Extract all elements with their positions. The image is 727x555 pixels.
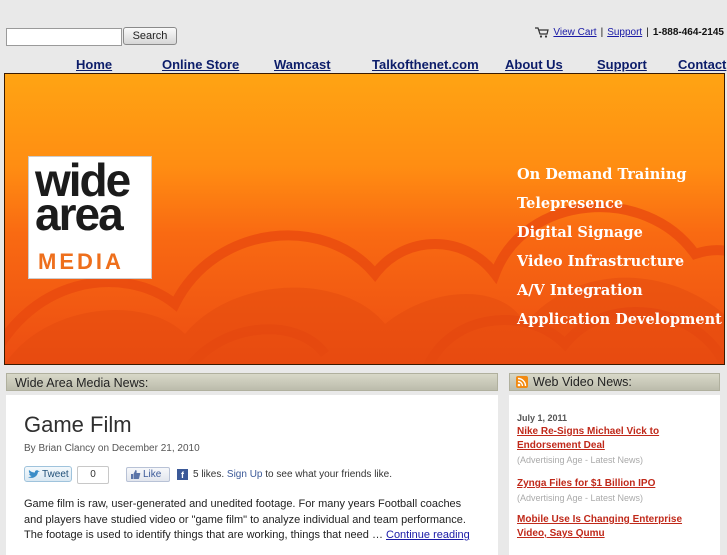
twitter-bird-icon	[28, 469, 40, 478]
nav-talkofthenet[interactable]: Talkofthenet.com	[372, 57, 479, 72]
post-title[interactable]: Game Film	[24, 412, 132, 438]
news-source: (Advertising Age - Latest News)	[517, 493, 644, 503]
news-section-header: Wide Area Media News:	[6, 373, 498, 391]
service-item: Video Infrastructure	[517, 253, 685, 270]
search-button[interactable]: Search	[123, 27, 177, 45]
post-excerpt: Game film is raw, user-generated and une…	[24, 497, 474, 544]
web-video-section-header: Web Video News:	[509, 373, 720, 391]
list-item: Nike Re-Signs Michael Vick to Endorsemen…	[517, 425, 712, 467]
nav-home[interactable]: Home	[76, 57, 112, 72]
continue-reading-link[interactable]: Continue reading	[386, 529, 470, 541]
services-list: On Demand Training Telepresence Digital …	[517, 165, 722, 339]
logo-text-area: area	[35, 188, 124, 240]
likes-suffix: to see what your friends like.	[265, 469, 392, 480]
list-item: Mobile Use Is Changing Enterprise Video,…	[517, 513, 712, 541]
service-item: A/V Integration	[517, 282, 643, 299]
service-item: Digital Signage	[517, 224, 643, 241]
web-video-header-label: Web Video News:	[533, 375, 632, 389]
support-link[interactable]: Support	[607, 27, 642, 38]
main-nav: Home Online Store Wamcast Talkofthenet.c…	[0, 57, 727, 73]
news-date: July 1, 2011	[517, 413, 568, 423]
utility-links: View Cart | Support | 1-888-464-2145	[535, 27, 724, 38]
news-source: (Advertising Age - Latest News)	[517, 455, 644, 465]
facebook-icon: f	[177, 469, 188, 480]
service-item: On Demand Training	[517, 166, 687, 183]
news-link[interactable]: Mobile Use Is Changing Enterprise Video,…	[517, 513, 712, 541]
facebook-like-button[interactable]: Like	[126, 467, 170, 482]
separator: |	[600, 27, 604, 38]
tweet-button[interactable]: Tweet	[24, 466, 72, 482]
hero-banner: wide area MEDIA On Demand Training Telep…	[4, 73, 725, 365]
news-link[interactable]: Nike Re-Signs Michael Vick to Endorsemen…	[517, 425, 712, 453]
nav-wamcast[interactable]: Wamcast	[274, 57, 331, 72]
news-link[interactable]: Zynga Files for $1 Billion IPO	[517, 477, 712, 491]
service-item: Telepresence	[517, 195, 624, 212]
search-input[interactable]	[6, 28, 122, 46]
nav-contact[interactable]: Contact	[678, 57, 726, 72]
nav-online-store[interactable]: Online Store	[162, 57, 239, 72]
post-byline: By Brian Clancy on December 21, 2010	[24, 443, 200, 454]
tweet-count: 0	[77, 466, 109, 484]
phone-number: 1-888-464-2145	[652, 27, 724, 38]
signup-link[interactable]: Sign Up	[227, 469, 263, 480]
cart-icon	[535, 27, 550, 38]
logo-text-media: MEDIA	[38, 249, 124, 274]
rss-icon[interactable]	[516, 376, 528, 388]
thumbs-up-icon	[131, 470, 141, 479]
list-item: Zynga Files for $1 Billion IPO (Advertis…	[517, 477, 712, 505]
wide-area-media-logo: wide area MEDIA	[28, 154, 152, 279]
service-item: Application Development	[517, 311, 722, 328]
separator: |	[646, 27, 649, 38]
tweet-label: Tweet	[42, 468, 69, 480]
likes-summary: 5 likes. Sign Up to see what your friend…	[193, 469, 392, 480]
nav-about-us[interactable]: About Us	[505, 57, 563, 72]
view-cart-link[interactable]: View Cart	[553, 27, 596, 38]
likes-count: 5 likes.	[193, 469, 225, 480]
like-label: Like	[143, 469, 162, 480]
nav-support[interactable]: Support	[597, 57, 647, 72]
